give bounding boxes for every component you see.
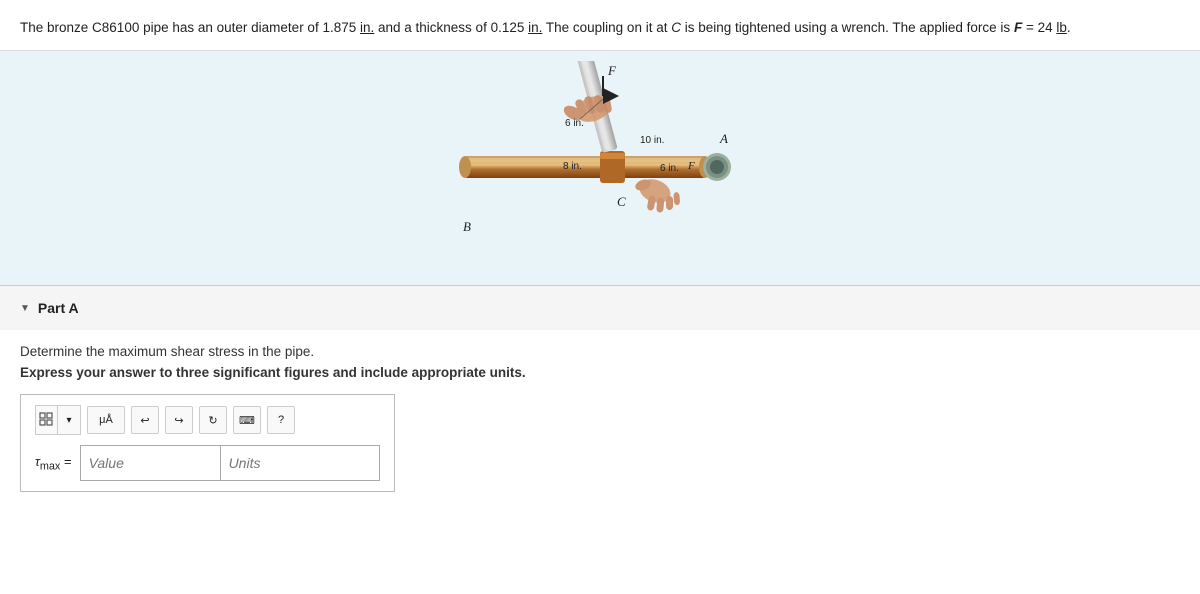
problem-diagram: F 6 in. 8 in. 10 in. 6 in. A B C F	[445, 61, 755, 271]
answer-section: Determine the maximum shear stress in th…	[0, 330, 1200, 512]
point-C-label: C	[617, 194, 626, 209]
dim-10in: 10 in.	[640, 135, 664, 146]
point-B-label: B	[463, 219, 471, 234]
undo-button[interactable]: ↩	[131, 406, 159, 434]
redo-icon: ↪	[174, 414, 183, 427]
diagram-area: F 6 in. 8 in. 10 in. 6 in. A B C F	[0, 51, 1200, 285]
mu-alpha-label: μÅ	[99, 414, 113, 426]
matrix-icon-button[interactable]: ▾	[35, 405, 81, 435]
tau-max-label: τmax =	[35, 454, 72, 473]
units-input[interactable]	[220, 445, 380, 481]
point-A-label: A	[719, 131, 728, 146]
dropdown-chevron-icon[interactable]: ▾	[58, 406, 80, 434]
reset-button[interactable]: ↻	[199, 406, 227, 434]
question-line2: Express your answer to three significant…	[20, 365, 1180, 380]
help-button[interactable]: ?	[267, 406, 295, 434]
matrix-grid-icon[interactable]	[36, 406, 58, 434]
dim-6in-right: 6 in.	[660, 163, 679, 174]
dim-8in: 8 in.	[563, 161, 582, 172]
force-label-F-right: F	[687, 160, 695, 172]
dim-6in-top: 6 in.	[565, 118, 584, 129]
mu-alpha-button[interactable]: μÅ	[87, 406, 125, 434]
redo-button[interactable]: ↪	[165, 406, 193, 434]
value-input[interactable]	[80, 445, 220, 481]
help-label: ?	[278, 414, 284, 426]
answer-input-container: ▾ μÅ ↩ ↪ ↻ ⌨ ?	[20, 394, 395, 492]
force-label-F: F	[607, 63, 617, 78]
answer-toolbar: ▾ μÅ ↩ ↪ ↻ ⌨ ?	[35, 405, 380, 435]
part-A-label: Part A	[38, 300, 79, 316]
refresh-icon: ↻	[208, 414, 217, 427]
problem-statement: The bronze C86100 pipe has an outer diam…	[0, 0, 1200, 51]
undo-icon: ↩	[140, 414, 149, 427]
expand-chevron-icon[interactable]: ▼	[20, 303, 30, 314]
answer-input-row: τmax =	[35, 445, 380, 481]
keyboard-icon: ⌨	[239, 414, 255, 427]
question-line1: Determine the maximum shear stress in th…	[20, 344, 1180, 359]
keyboard-button[interactable]: ⌨	[233, 406, 261, 434]
part-A-section-header: ▼ Part A	[0, 285, 1200, 330]
